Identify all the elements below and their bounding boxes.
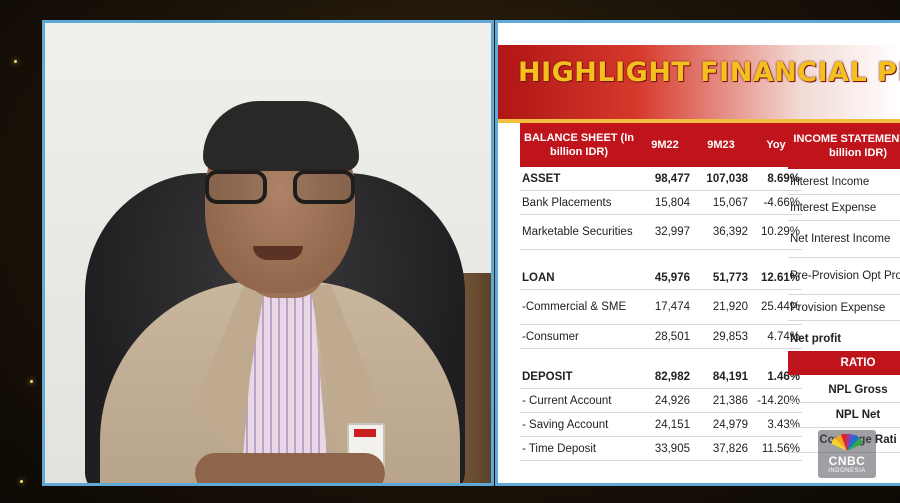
table-row: Interest Expense: [788, 194, 900, 221]
table-row: Pre-Provision Opt Profit: [788, 257, 900, 295]
income-statement-header: INCOME STATEMENT (In billion IDR): [788, 123, 900, 169]
column-header-9m23: 9M23: [692, 123, 750, 167]
table-row: ASSET 98,477 107,038 8.69%: [520, 167, 802, 191]
value-9m23: 21,386: [692, 388, 750, 413]
sparkle: [14, 60, 17, 63]
row-label: Net Interest Income: [788, 220, 900, 258]
value-9m22: 15,804: [638, 190, 692, 215]
glasses-lens-left: [205, 170, 267, 204]
value-9m23: 36,392: [692, 214, 750, 250]
eyeglasses: [205, 170, 355, 210]
speaker-mouth: [253, 246, 303, 260]
value-9m22: 33,905: [638, 436, 692, 461]
table-row: - Saving Account 24,151 24,979 3.43%: [520, 412, 802, 437]
table-row: Marketable Securities 32,997 36,392 10.2…: [520, 214, 802, 250]
value-9m23: 84,191: [692, 365, 750, 389]
speaker-video-panel: [42, 20, 494, 486]
value-9m22: 24,151: [638, 412, 692, 437]
slide-title: HIGHLIGHT FINANCIAL PE: [518, 57, 900, 88]
table-row: Provision Expense: [788, 294, 900, 321]
row-label: ASSET: [520, 167, 638, 191]
presentation-slide: HIGHLIGHT FINANCIAL PE BALANCE SHEET (In…: [495, 20, 900, 486]
row-label: -Commercial & SME: [520, 289, 638, 325]
balance-sheet-table: BALANCE SHEET (In billion IDR) 9M22 9M23…: [520, 123, 802, 461]
value-9m23: 21,920: [692, 289, 750, 325]
spacer-row: [520, 349, 802, 366]
value-9m23: 51,773: [692, 266, 750, 290]
balance-sheet-header: BALANCE SHEET (In billion IDR): [520, 123, 638, 167]
ratio-row-npl-gross: NPL Gross: [788, 379, 900, 403]
value-9m23: 107,038: [692, 167, 750, 191]
income-statement-table: INCOME STATEMENT (In billion IDR) Intere…: [788, 123, 900, 358]
value-9m23: 24,979: [692, 412, 750, 437]
table-row: -Consumer 28,501 29,853 4.74%: [520, 324, 802, 349]
sparkle: [30, 380, 33, 383]
speaker-hands: [195, 453, 385, 483]
table-row: - Time Deposit 33,905 37,826 11.56%: [520, 436, 802, 461]
spacer-row: [520, 250, 802, 267]
table-row: Interest Income: [788, 169, 900, 195]
table-row: LOAN 45,976 51,773 12.61%: [520, 266, 802, 290]
row-label: Bank Placements: [520, 190, 638, 215]
table-row: DEPOSIT 82,982 84,191 1.46%: [520, 365, 802, 389]
row-label: Interest Income: [788, 169, 900, 195]
row-label: Marketable Securities: [520, 214, 638, 250]
logo-subtitle: INDONESIA: [828, 468, 866, 474]
value-9m22: 98,477: [638, 167, 692, 191]
value-9m23: 15,067: [692, 190, 750, 215]
logo-name: CNBC: [828, 454, 866, 468]
glasses-lens-right: [293, 170, 355, 204]
table-row: Net Interest Income: [788, 220, 900, 258]
value-9m22: 28,501: [638, 324, 692, 349]
ratio-header: RATIO: [788, 351, 900, 375]
row-label: DEPOSIT: [520, 365, 638, 389]
table-row: Bank Placements 15,804 15,067 -4.66%: [520, 190, 802, 215]
cnbc-indonesia-logo: CNBC INDONESIA: [818, 430, 876, 478]
value-9m22: 45,976: [638, 266, 692, 290]
row-label: Interest Expense: [788, 194, 900, 221]
row-label: Provision Expense: [788, 294, 900, 321]
value-9m23: 37,826: [692, 436, 750, 461]
value-9m22: 32,997: [638, 214, 692, 250]
row-label: - Time Deposit: [520, 436, 638, 461]
sparkle: [20, 480, 23, 483]
row-label: -Consumer: [520, 324, 638, 349]
peacock-icon: [832, 434, 862, 451]
column-header-9m22: 9M22: [638, 123, 692, 167]
value-9m22: 17,474: [638, 289, 692, 325]
value-9m22: 24,926: [638, 388, 692, 413]
table-row: -Commercial & SME 17,474 21,920 25.44%: [520, 289, 802, 325]
ratio-row-npl-net: NPL Net: [788, 404, 900, 428]
row-label: - Saving Account: [520, 412, 638, 437]
speaker-hair: [203, 101, 359, 171]
table-row: - Current Account 24,926 21,386 -14.20%: [520, 388, 802, 413]
row-label: LOAN: [520, 266, 638, 290]
badge-logo: [354, 429, 376, 437]
value-9m22: 82,982: [638, 365, 692, 389]
row-label: - Current Account: [520, 388, 638, 413]
row-label: Pre-Provision Opt Profit: [788, 257, 900, 295]
value-9m23: 29,853: [692, 324, 750, 349]
